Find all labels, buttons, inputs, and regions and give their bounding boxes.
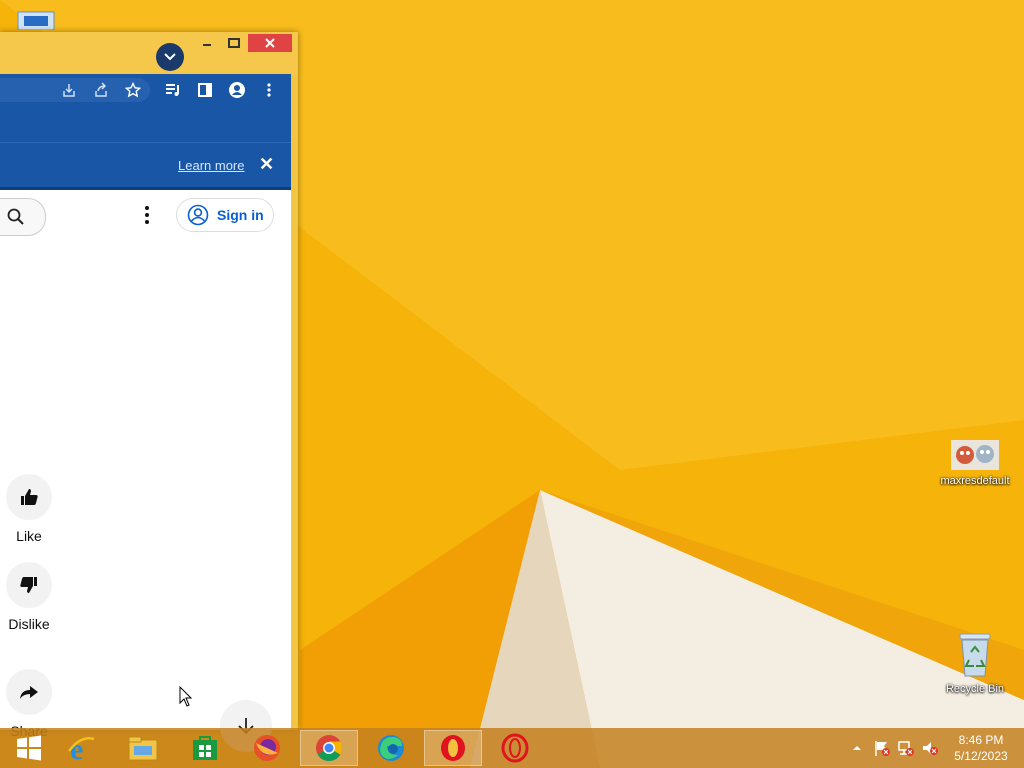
install-app-icon[interactable]: [61, 82, 77, 98]
sign-in-button[interactable]: Sign in: [176, 198, 274, 232]
taskbar-edge[interactable]: [362, 730, 420, 766]
taskbar-opera-gx[interactable]: [486, 730, 544, 766]
minimize-button[interactable]: [194, 34, 220, 52]
close-icon: [265, 38, 275, 48]
chrome-icon: [316, 735, 343, 762]
taskbar-store[interactable]: [176, 730, 234, 766]
store-icon: [193, 736, 217, 760]
start-icon: [17, 735, 41, 761]
start-button[interactable]: [0, 730, 58, 766]
volume-muted-icon[interactable]: [920, 736, 940, 760]
share-arrow-icon: [6, 669, 52, 715]
network-icon[interactable]: [896, 736, 916, 760]
dislike-button[interactable]: Dislike: [0, 562, 58, 632]
search-icon: [7, 208, 24, 225]
search-button[interactable]: [0, 198, 46, 236]
notice-close-button[interactable]: ✕: [259, 155, 274, 173]
bookmarks-bar: [0, 106, 291, 143]
info-notice-bar: Learn more ✕: [0, 143, 291, 190]
mouse-cursor-icon: [179, 685, 193, 713]
desktop-icon-label: Recycle Bin: [945, 683, 1005, 695]
minimize-icon: [203, 44, 211, 46]
taskbar: e 8:46 PM 5/12/2023: [0, 728, 1024, 768]
taskbar-firefox[interactable]: [238, 730, 296, 766]
menu-kebab-icon[interactable]: [261, 82, 277, 98]
firefox-icon: [254, 735, 280, 761]
desktop-icon-maxresdefault[interactable]: maxresdefault: [930, 440, 1020, 487]
browser-toolbar: [0, 74, 291, 106]
opera-icon: [441, 735, 465, 761]
account-circle-icon: [187, 204, 209, 226]
web-page: Sign in Like Dislike Share: [0, 190, 291, 752]
dislike-label: Dislike: [8, 616, 50, 632]
share-icon[interactable]: [93, 82, 109, 98]
action-center-flag-icon[interactable]: [872, 736, 892, 760]
taskbar-chrome[interactable]: [300, 730, 358, 766]
recycle-bin-icon: [930, 632, 1020, 681]
taskbar-opera[interactable]: [424, 730, 482, 766]
taskbar-clock[interactable]: 8:46 PM 5/12/2023: [948, 732, 1014, 764]
thumbs-down-icon: [6, 562, 52, 608]
chevron-up-icon: [853, 746, 861, 750]
show-hidden-icons-button[interactable]: [850, 736, 864, 760]
more-options-button[interactable]: [140, 204, 154, 226]
title-bar: [0, 32, 298, 74]
taskbar-file-explorer[interactable]: [114, 730, 172, 766]
desktop-computer-icon[interactable]: [10, 8, 62, 32]
chevron-down-icon: [164, 53, 176, 61]
like-button[interactable]: Like: [0, 474, 58, 544]
profile-icon[interactable]: [229, 82, 245, 98]
sign-in-label: Sign in: [217, 207, 264, 223]
thumbs-up-icon: [6, 474, 52, 520]
internet-explorer-icon: e: [68, 733, 95, 763]
taskbar-internet-explorer[interactable]: e: [52, 730, 110, 766]
desktop-icon-recycle-bin[interactable]: Recycle Bin: [930, 632, 1020, 695]
file-explorer-icon: [128, 736, 158, 761]
side-panel-icon[interactable]: [197, 82, 213, 98]
bookmark-star-icon[interactable]: [125, 82, 141, 98]
desktop-icon-label: maxresdefault: [940, 475, 1010, 487]
like-label: Like: [16, 528, 42, 544]
browser-window: Learn more ✕ Sign in Like Dislike: [0, 32, 298, 752]
opera-gx-icon: [501, 733, 529, 763]
image-file-icon: [930, 440, 1020, 473]
media-control-icon[interactable]: [165, 82, 181, 98]
learn-more-link[interactable]: Learn more: [178, 158, 244, 173]
maximize-icon: [228, 38, 240, 48]
tab-search-button[interactable]: [156, 43, 184, 71]
maximize-button[interactable]: [221, 34, 247, 52]
edge-icon: [378, 735, 404, 761]
more-vertical-icon: [145, 206, 149, 224]
clock-date: 5/12/2023: [954, 749, 1008, 763]
clock-time: 8:46 PM: [958, 733, 1004, 747]
close-button[interactable]: [248, 34, 292, 52]
